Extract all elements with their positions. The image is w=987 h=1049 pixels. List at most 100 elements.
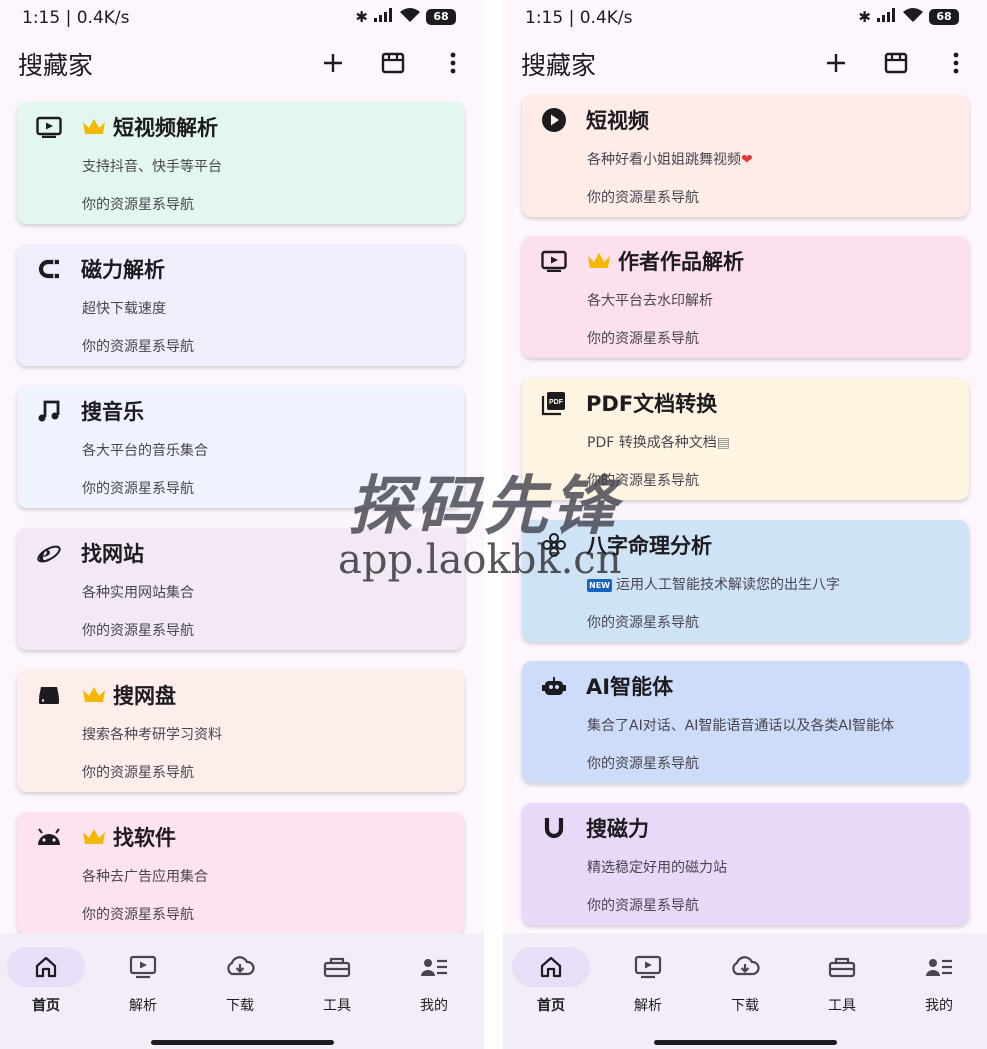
- crown-icon: [586, 250, 612, 272]
- card-subtitle-text: PDF 转换成各种文档: [587, 435, 717, 451]
- toolbox-icon: [803, 947, 881, 987]
- card-footer: 你的资源星系导航: [587, 190, 699, 206]
- card-find-website[interactable]: e 找网站 各种实用网站集合 你的资源星系导航: [17, 528, 464, 650]
- battery-indicator: 68: [426, 9, 456, 25]
- bluetooth-icon: ✱: [858, 8, 871, 26]
- profile-list-icon: [395, 947, 473, 987]
- more-vert-icon[interactable]: [436, 46, 470, 80]
- card-subtitle: 搜索各种考研学习资料: [82, 727, 222, 743]
- card-footer: 你的资源星系导航: [587, 331, 699, 347]
- card-author-works-parse[interactable]: 作者作品解析 各大平台去水印解析 你的资源星系导航: [522, 236, 969, 358]
- card-title-row: 作者作品解析: [586, 246, 744, 276]
- card-magnet-parse[interactable]: 磁力解析 超快下载速度 你的资源星系导航: [17, 244, 464, 366]
- card-search-music[interactable]: 搜音乐 各大平台的音乐集合 你的资源星系导航: [17, 386, 464, 508]
- card-footer: 你的资源星系导航: [587, 898, 699, 914]
- profile-list-icon: [900, 947, 978, 987]
- wifi-icon: [400, 8, 420, 26]
- crown-icon: [81, 826, 107, 848]
- card-bazi-analysis[interactable]: 八字命理分析 NEW 运用人工智能技术解读您的出生八字 你的资源星系导航: [522, 520, 969, 642]
- card-subtitle: 超快下载速度: [82, 301, 166, 317]
- card-subtitle: 各种去广告应用集合: [82, 869, 208, 885]
- card-title-row: 八字命理分析: [586, 530, 712, 560]
- magnet-icon: [35, 255, 63, 283]
- card-subtitle: 支持抖音、快手等平台: [82, 159, 222, 175]
- svg-text:PDF: PDF: [549, 399, 564, 406]
- card-subtitle: 各种实用网站集合: [82, 585, 194, 601]
- card-title-row: PDF文档转换: [586, 388, 717, 418]
- card-title: 短视频: [586, 109, 649, 133]
- more-vert-icon[interactable]: [939, 46, 973, 80]
- card-subtitle-text: 运用人工智能技术解读您的出生八字: [615, 577, 840, 593]
- app-bar-actions: [819, 46, 973, 80]
- card-title: 搜磁力: [586, 817, 649, 841]
- nav-label: 工具: [323, 998, 351, 1014]
- nav-download[interactable]: 下载: [705, 947, 785, 1027]
- card-title: 短视频解析: [113, 116, 218, 140]
- signal-icon: [877, 8, 897, 26]
- cloud-download-icon: [201, 947, 279, 987]
- card-ai-agent[interactable]: AI智能体 集合了AI对话、AI智能语音通话以及各类AI智能体 你的资源星系导航: [522, 661, 969, 783]
- nav-parse[interactable]: 解析: [608, 947, 688, 1027]
- tv-play-icon: [609, 947, 687, 987]
- card-title-row: 搜磁力: [586, 813, 649, 843]
- card-title: 作者作品解析: [618, 250, 744, 274]
- card-title-row: 搜网盘: [81, 680, 176, 710]
- card-title-row: 短视频: [586, 105, 649, 135]
- nav-profile[interactable]: 我的: [899, 947, 979, 1027]
- pdf-icon: PDF: [540, 389, 568, 417]
- card-find-software[interactable]: 找软件 各种去广告应用集合 你的资源星系导航: [17, 812, 464, 934]
- status-time-row: 1:15 | 0.4K/s: [22, 8, 130, 28]
- card-search-magnet[interactable]: 搜磁力 精选稳定好用的磁力站 你的资源星系导航: [522, 803, 969, 925]
- app-bar: 搜藏家: [503, 38, 987, 88]
- home-icon: [7, 947, 85, 987]
- play-circle-icon: [540, 106, 568, 134]
- card-footer: 你的资源星系导航: [82, 907, 194, 923]
- card-title-row: 短视频解析: [81, 112, 218, 142]
- status-time: 1:15: [525, 8, 564, 28]
- card-pdf-convert[interactable]: PDF PDF文档转换 PDF 转换成各种文档▤ 你的资源星系导航: [522, 378, 969, 500]
- status-bar: 1:15 | 0.4K/s ✱ 68: [503, 0, 987, 36]
- card-subtitle: 各大平台去水印解析: [587, 293, 713, 309]
- battery-indicator: 68: [929, 9, 959, 25]
- toolbox-icon: [298, 947, 376, 987]
- card-title: 找软件: [113, 826, 176, 850]
- nav-tools[interactable]: 工具: [802, 947, 882, 1027]
- add-icon[interactable]: [819, 46, 853, 80]
- card-footer: 你的资源星系导航: [587, 615, 699, 631]
- card-title: 搜音乐: [81, 400, 144, 424]
- card-title: 找网站: [81, 542, 144, 566]
- nav-parse[interactable]: 解析: [103, 947, 183, 1027]
- card-search-cloud-drive[interactable]: 搜网盘 搜索各种考研学习资料 你的资源星系导航: [17, 670, 464, 792]
- signal-icon: [374, 8, 394, 26]
- card-short-video-parse[interactable]: 短视频解析 支持抖音、快手等平台 你的资源星系导航: [17, 102, 464, 224]
- store-icon[interactable]: [879, 46, 913, 80]
- nav-label: 下载: [226, 998, 254, 1014]
- card-short-video[interactable]: 短视频 各种好看小姐姐跳舞视频❤ 你的资源星系导航: [522, 95, 969, 217]
- card-footer: 你的资源星系导航: [587, 473, 699, 489]
- nav-home[interactable]: 首页: [511, 947, 591, 1027]
- app-bar: 搜藏家: [0, 38, 484, 88]
- nav-home[interactable]: 首页: [6, 947, 86, 1027]
- crown-icon: [81, 116, 107, 138]
- card-footer: 你的资源星系导航: [82, 765, 194, 781]
- nav-label: 首页: [32, 998, 60, 1014]
- card-subtitle: 各大平台的音乐集合: [82, 443, 208, 459]
- card-footer: 你的资源星系导航: [82, 339, 194, 355]
- card-footer: 你的资源星系导航: [82, 623, 194, 639]
- card-subtitle: PDF 转换成各种文档▤: [587, 432, 730, 452]
- store-icon[interactable]: [376, 46, 410, 80]
- nav-label: 解析: [129, 998, 157, 1014]
- android-icon: [35, 823, 63, 851]
- phone-screen-right: 1:15 | 0.4K/s ✱ 68 搜藏家 短视频 各种好看小姐姐跳舞视频❤ …: [503, 0, 987, 1049]
- card-title: 八字命理分析: [586, 534, 712, 558]
- network-speed: 0.4K/s: [579, 8, 633, 28]
- add-icon[interactable]: [316, 46, 350, 80]
- nav-tools[interactable]: 工具: [297, 947, 377, 1027]
- cloud-download-icon: [706, 947, 784, 987]
- nav-download[interactable]: 下载: [200, 947, 280, 1027]
- card-footer: 你的资源星系导航: [82, 197, 194, 213]
- nav-profile[interactable]: 我的: [394, 947, 474, 1027]
- network-speed: 0.4K/s: [76, 8, 130, 28]
- card-title-row: 搜音乐: [81, 396, 144, 426]
- card-subtitle: NEW 运用人工智能技术解读您的出生八字: [587, 574, 840, 594]
